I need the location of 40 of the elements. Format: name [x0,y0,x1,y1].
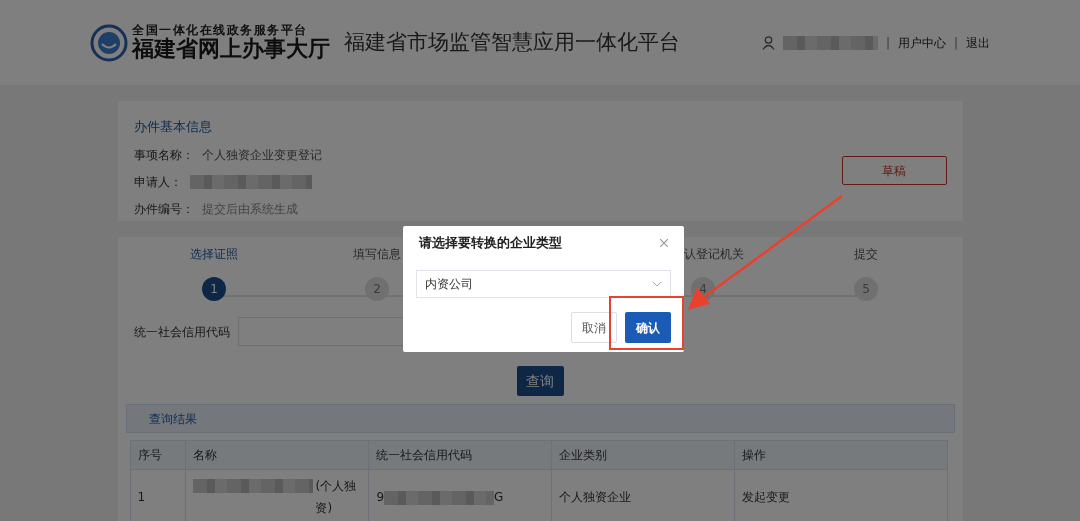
field-label: 事项名称： [133,146,194,164]
chevron-down-icon [652,281,662,287]
start-change-link[interactable]: 发起变更 [741,490,790,504]
separator: | [953,34,958,52]
separator: | [885,34,890,52]
code-prefix: 9 [376,490,385,504]
step-label: 提交 [854,246,878,263]
column-header: 序号 [130,440,186,470]
results-title: 查询结果 [148,410,197,428]
company-name-suffix: (个人独资) [315,478,358,517]
logo-icon [90,23,128,62]
field-label: 申请人： [133,173,182,191]
header-link[interactable]: 退出 [966,33,990,52]
column-header: 企业类别 [551,440,735,470]
platform-title: 福建省市场监管智慧应用一体化平台 [344,28,680,56]
close-icon[interactable] [660,239,668,247]
column-header: 名称 [185,440,369,470]
section-title: 办件基本信息 [133,118,213,136]
portal-title: 福建省网上办事大厅 [132,37,330,62]
field-value: 个人独资企业变更登记 [201,146,322,164]
step-label: 认登记机关 [683,246,744,263]
draft-button[interactable]: 草稿 [841,156,947,185]
step-label: 选择证照 [190,246,238,263]
step-circle[interactable]: 1 [202,277,226,301]
search-button[interactable]: 查询 [516,366,564,396]
dialog-title: 请选择要转换的企业类型 [419,234,562,253]
cancel-button[interactable]: 取消 [571,312,617,343]
table-cell: 1 [130,469,186,521]
header-link[interactable]: 用户中心 [897,33,946,52]
company-type-select[interactable]: 内资公司 [416,270,671,298]
confirm-button[interactable]: 确认 [625,312,671,343]
user-icon [761,35,775,50]
portal-subtitle: 全国一体化在线政务服务平台 [132,23,309,37]
search-label: 统一社会信用代码 [133,323,230,341]
select-value: 内资公司 [425,276,473,293]
column-header: 统一社会信用代码 [368,440,552,470]
code-suffix: G [494,490,504,504]
step-label: 填写信息 [353,246,401,263]
column-header: 操作 [734,440,947,470]
field-label: 办件编号： [133,200,194,218]
